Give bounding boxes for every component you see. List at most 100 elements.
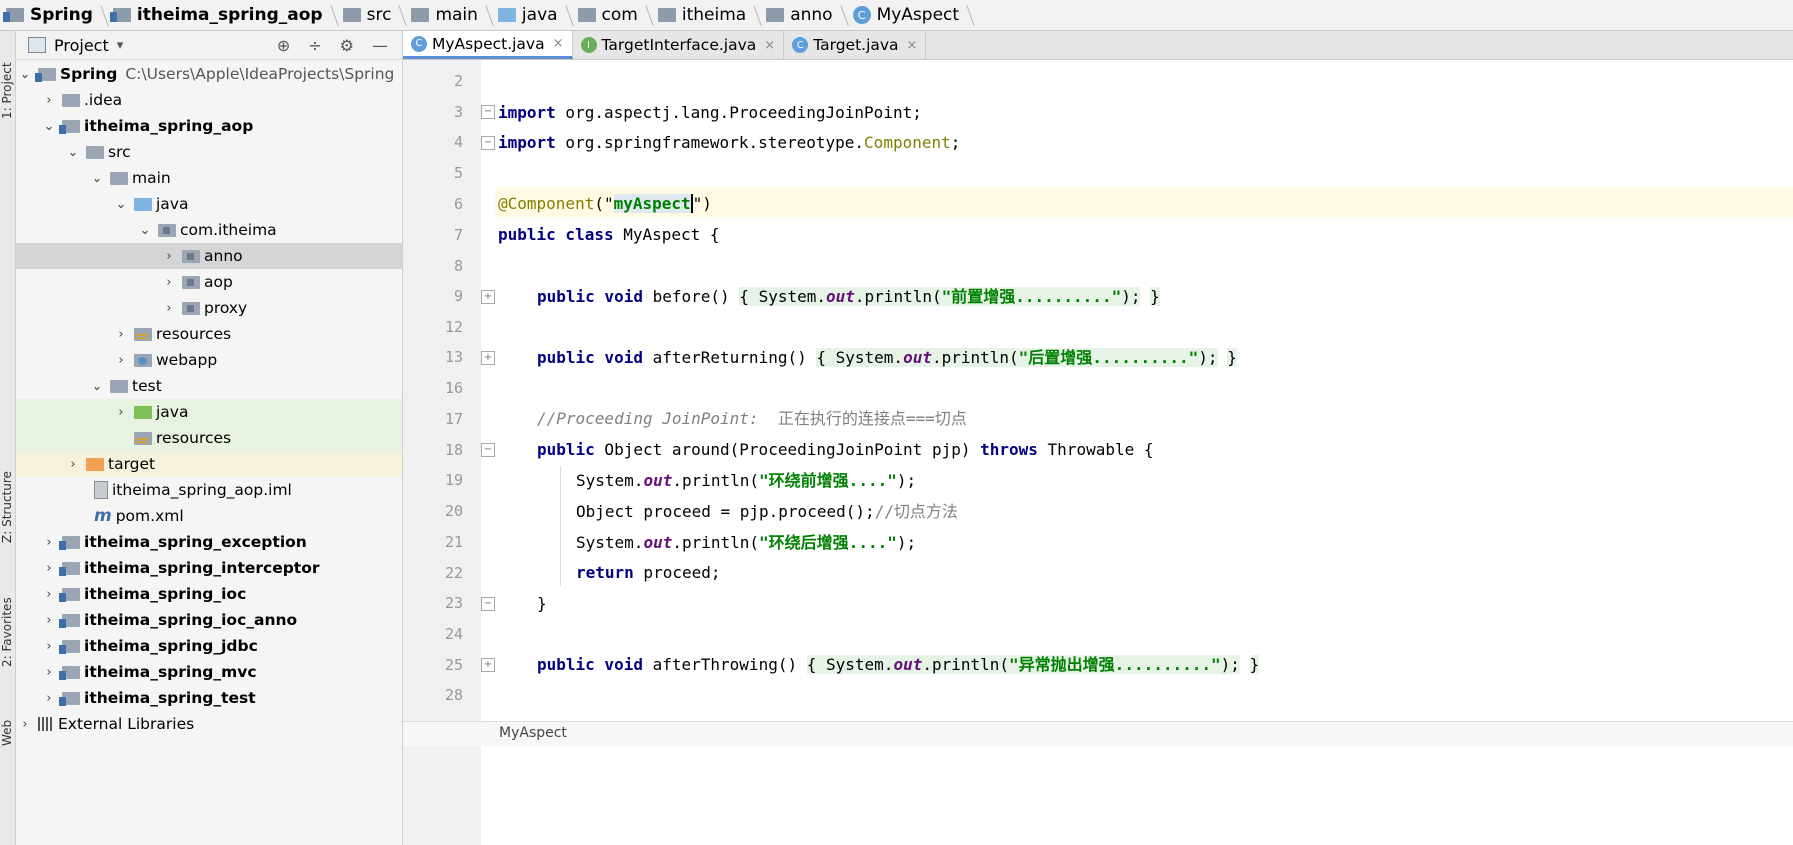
chevron-right-icon[interactable]: › bbox=[42, 561, 56, 576]
close-icon[interactable]: × bbox=[553, 36, 564, 51]
tree-item-spring-exception[interactable]: › itheima_spring_exception bbox=[16, 529, 402, 555]
fold-marker-icon[interactable]: − bbox=[481, 105, 495, 119]
breadcrumb-item-com[interactable]: com bbox=[572, 0, 652, 30]
gear-icon[interactable]: ⚙ bbox=[340, 36, 354, 55]
tree-item-test-java[interactable]: › java bbox=[16, 399, 402, 425]
chevron-right-icon[interactable]: › bbox=[42, 665, 56, 680]
locate-file-icon[interactable]: ⊕ bbox=[277, 36, 290, 55]
chevron-down-icon[interactable]: ⌄ bbox=[90, 379, 104, 394]
favorites-tool-tab[interactable]: 2: Favorites bbox=[0, 567, 15, 667]
project-panel-header: Project ▾ ⊕ ÷ ⚙ — bbox=[16, 31, 402, 60]
comment: //Proceeding JoinPoint: bbox=[537, 409, 759, 428]
chevron-right-icon[interactable]: › bbox=[66, 457, 80, 472]
tree-item-java[interactable]: ⌄ java bbox=[16, 191, 402, 217]
chevron-down-icon[interactable]: ⌄ bbox=[66, 145, 80, 160]
fold-marker-icon[interactable]: − bbox=[481, 443, 495, 457]
chevron-right-icon[interactable]: › bbox=[162, 275, 176, 290]
code-text: System. bbox=[826, 348, 904, 367]
tree-item-external-libraries[interactable]: › External Libraries bbox=[16, 711, 402, 737]
chevron-down-icon[interactable]: ⌄ bbox=[138, 223, 152, 238]
close-icon[interactable]: × bbox=[764, 38, 775, 53]
tree-item-idea[interactable]: › .idea bbox=[16, 87, 402, 113]
tree-item-spring-ioc[interactable]: › itheima_spring_ioc bbox=[16, 581, 402, 607]
fold-marker-icon[interactable]: − bbox=[481, 597, 495, 611]
string-literal: "后置增强.........." bbox=[1018, 348, 1199, 367]
tree-item-spring-test[interactable]: › itheima_spring_test bbox=[16, 685, 402, 711]
breadcrumb-item-src[interactable]: src bbox=[337, 0, 406, 30]
tree-item-resources[interactable]: › resources bbox=[16, 321, 402, 347]
chevron-down-icon[interactable]: ▾ bbox=[117, 38, 124, 53]
chevron-right-icon[interactable]: › bbox=[162, 301, 176, 316]
chevron-right-icon[interactable]: › bbox=[42, 691, 56, 706]
hide-panel-icon[interactable]: — bbox=[372, 36, 388, 55]
breadcrumb-item-spring[interactable]: Spring bbox=[0, 0, 107, 30]
tree-item-test-resources[interactable]: resources bbox=[16, 425, 402, 451]
chevron-down-icon[interactable]: ⌄ bbox=[114, 197, 128, 212]
breadcrumb-label: java bbox=[521, 5, 558, 25]
tree-item-webapp[interactable]: › webapp bbox=[16, 347, 402, 373]
breadcrumb-item-main[interactable]: main bbox=[405, 0, 491, 30]
chevron-right-icon[interactable]: › bbox=[114, 353, 128, 368]
chevron-right-icon[interactable]: › bbox=[42, 587, 56, 602]
breadcrumb-item-module[interactable]: itheima_spring_aop bbox=[107, 0, 337, 30]
class-icon: C bbox=[852, 6, 871, 24]
line-number: 19 bbox=[444, 471, 463, 489]
folded-brace: } bbox=[1249, 655, 1260, 674]
tab-myaspect-java[interactable]: C MyAspect.java × bbox=[403, 31, 573, 59]
chevron-right-icon[interactable]: › bbox=[42, 639, 56, 654]
fold-marker-icon[interactable]: + bbox=[481, 351, 495, 365]
tree-item-proxy[interactable]: › proxy bbox=[16, 295, 402, 321]
line-number: 9 bbox=[453, 287, 463, 305]
structure-tool-tab[interactable]: Z: Structure bbox=[0, 443, 15, 543]
tree-item-label: java bbox=[156, 195, 189, 213]
tree-item-com-itheima[interactable]: ⌄ com.itheima bbox=[16, 217, 402, 243]
chevron-right-icon[interactable]: › bbox=[162, 249, 176, 264]
tree-item-aop[interactable]: › aop bbox=[16, 269, 402, 295]
chevron-right-icon[interactable]: › bbox=[114, 405, 128, 420]
chevron-right-icon[interactable]: › bbox=[42, 613, 56, 628]
tree-item-spring-jdbc[interactable]: › itheima_spring_jdbc bbox=[16, 633, 402, 659]
comment: 正在执行的连接点===切点 bbox=[758, 409, 967, 428]
tree-item-iml-file[interactable]: itheima_spring_aop.iml bbox=[16, 477, 402, 503]
tree-item-anno[interactable]: › anno bbox=[16, 243, 402, 269]
line-number: 6 bbox=[453, 195, 463, 213]
chevron-right-icon[interactable]: › bbox=[42, 535, 56, 550]
collapse-all-icon[interactable]: ÷ bbox=[308, 36, 321, 55]
tree-item-itheima-spring-aop[interactable]: ⌄ itheima_spring_aop bbox=[16, 113, 402, 139]
tab-targetinterface-java[interactable]: I TargetInterface.java × bbox=[573, 31, 785, 59]
tree-item-main[interactable]: ⌄ main bbox=[16, 165, 402, 191]
breadcrumb-item-itheima[interactable]: itheima bbox=[652, 0, 760, 30]
tree-item-spring-root[interactable]: ⌄ Spring C:\Users\Apple\IdeaProjects\Spri… bbox=[16, 61, 402, 87]
breadcrumb-item-anno[interactable]: anno bbox=[760, 0, 846, 30]
tree-item-pom-xml[interactable]: m pom.xml bbox=[16, 503, 402, 529]
close-icon[interactable]: × bbox=[907, 38, 918, 53]
tree-item-spring-ioc-anno[interactable]: › itheima_spring_ioc_anno bbox=[16, 607, 402, 633]
code-text: ); bbox=[896, 471, 917, 490]
tree-item-spring-interceptor[interactable]: › itheima_spring_interceptor bbox=[16, 555, 402, 581]
breadcrumb-label: src bbox=[366, 5, 392, 25]
chevron-down-icon[interactable]: ⌄ bbox=[42, 119, 56, 134]
web-tool-tab[interactable]: Web bbox=[0, 686, 15, 746]
project-tool-tab[interactable]: 1: Project bbox=[0, 39, 15, 119]
tree-item-spring-mvc[interactable]: › itheima_spring_mvc bbox=[16, 659, 402, 685]
breadcrumb-item-myaspect[interactable]: C MyAspect bbox=[847, 0, 973, 30]
keyword: import bbox=[498, 133, 556, 152]
tree-item-src[interactable]: ⌄ src bbox=[16, 139, 402, 165]
tree-item-label: src bbox=[108, 143, 131, 161]
chevron-right-icon[interactable]: › bbox=[18, 717, 32, 732]
class-icon: C bbox=[792, 37, 809, 53]
package-icon bbox=[182, 249, 200, 263]
project-view-title[interactable]: Project bbox=[54, 36, 109, 55]
tab-target-java[interactable]: C Target.java × bbox=[784, 31, 927, 59]
chevron-down-icon[interactable]: ⌄ bbox=[18, 67, 32, 82]
chevron-right-icon[interactable]: › bbox=[114, 327, 128, 342]
tree-item-target[interactable]: › target bbox=[16, 451, 402, 477]
fold-marker-icon[interactable]: + bbox=[481, 658, 495, 672]
chevron-right-icon[interactable]: › bbox=[42, 93, 56, 108]
breadcrumb-item-java[interactable]: java bbox=[492, 0, 572, 30]
chevron-down-icon[interactable]: ⌄ bbox=[90, 171, 104, 186]
editor-breadcrumb-item[interactable]: MyAspect bbox=[499, 725, 567, 741]
fold-marker-icon[interactable]: + bbox=[481, 290, 495, 304]
tree-item-test[interactable]: ⌄ test bbox=[16, 373, 402, 399]
fold-marker-icon[interactable]: − bbox=[481, 136, 495, 150]
